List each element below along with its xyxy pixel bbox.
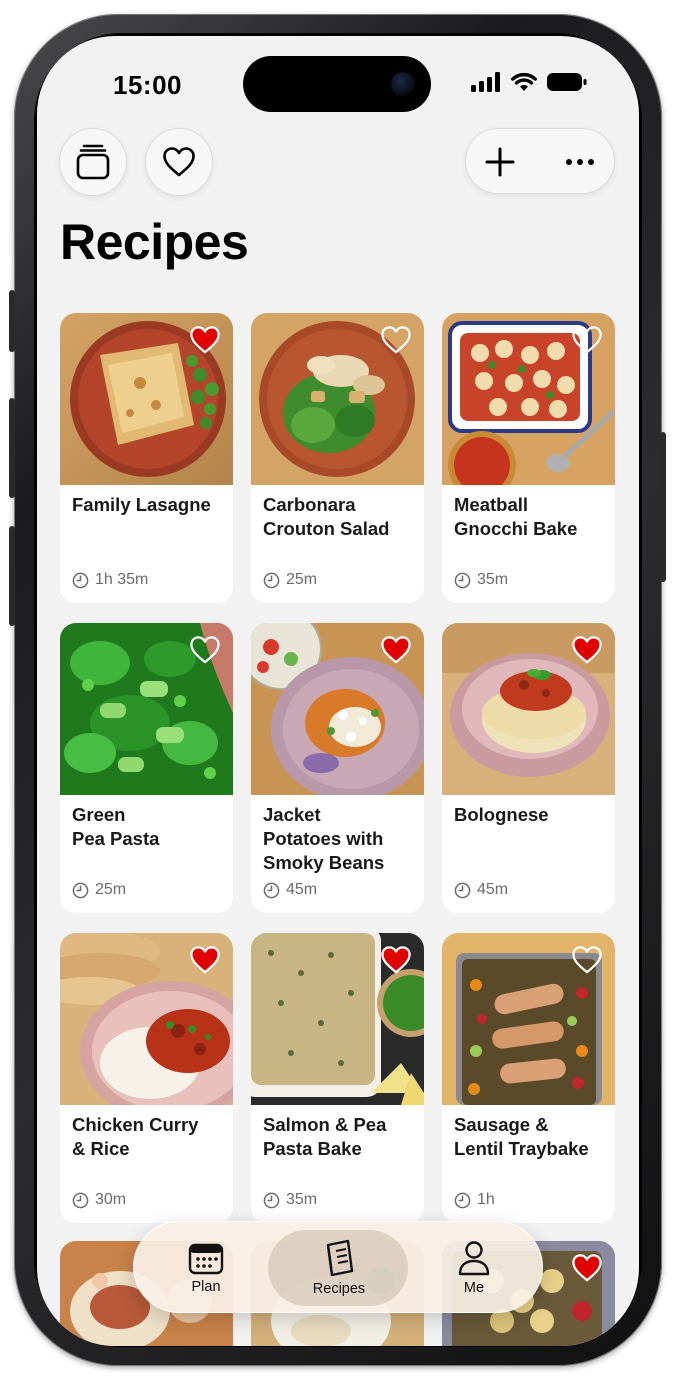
clock-icon [72, 882, 89, 898]
status-time: 15:00 [113, 70, 182, 100]
tab-label: Me [463, 1280, 485, 1296]
favourite-heart-icon[interactable] [380, 635, 412, 665]
recipe-card-meatball-gnocchi-bake[interactable]: Meatball Gnocchi Bake 35m [442, 313, 615, 603]
tab-bar: Plan Recipes Me [133, 1221, 543, 1313]
screen: 15:00 Recipes Family Lasagne 1h 35m Carb… [37, 36, 639, 1346]
cellular-signal-icon [471, 72, 500, 92]
recipe-card-jacket-potatoes[interactable]: Jacket Potatoes with Smoky Beans 45m [251, 623, 424, 913]
clock-icon [263, 572, 280, 588]
favourite-heart-icon[interactable] [571, 325, 603, 355]
battery-icon [547, 73, 587, 91]
recipe-card-bolognese[interactable]: Bolognese 45m [442, 623, 615, 913]
volume-up-button [9, 398, 15, 498]
collections-icon [76, 144, 110, 180]
recipe-time-label: 35m [477, 571, 509, 588]
favourite-heart-icon[interactable] [571, 945, 603, 975]
recipe-time-label: 45m [477, 881, 509, 898]
camera-icon [391, 72, 415, 96]
recipe-title: Carbonara Crouton Salad [263, 494, 390, 539]
recipe-title: Salmon & Pea Pasta Bake [263, 1114, 387, 1159]
recipe-title: Jacket Potatoes with Smoky Beans [263, 804, 385, 873]
tab-plan[interactable]: Plan [164, 1222, 248, 1314]
dynamic-island [243, 56, 431, 112]
recipe-title: Meatball Gnocchi Bake [454, 494, 578, 539]
recipe-time: 30m [72, 1191, 126, 1209]
recipe-card-family-lasagne[interactable]: Family Lasagne 1h 35m [60, 313, 233, 603]
recipe-card-salmon-pea-pasta-bake[interactable]: Salmon & Pea Pasta Bake 35m [251, 933, 424, 1223]
clock-icon [72, 1192, 89, 1208]
recipe-title: Sausage & Lentil Traybake [454, 1114, 589, 1159]
favourite-heart-icon[interactable] [189, 635, 221, 665]
recipe-time: 35m [263, 1191, 317, 1209]
heart-icon [163, 147, 195, 177]
recipe-time-label: 30m [95, 1191, 127, 1208]
collections-button[interactable] [59, 128, 127, 196]
recipe-time: 1h 35m [72, 571, 148, 589]
recipe-time-label: 1h 35m [95, 571, 149, 588]
person-icon [458, 1241, 490, 1276]
recipe-card-sausage-lentil-traybake[interactable]: Sausage & Lentil Traybake 1h [442, 933, 615, 1223]
clock-icon [454, 1192, 471, 1208]
recipe-time: 1h [454, 1191, 495, 1209]
actions-pill [465, 128, 615, 194]
recipe-title: Chicken Curry & Rice [72, 1114, 199, 1159]
status-icons [471, 72, 587, 92]
recipe-time-label: 45m [286, 881, 318, 898]
recipe-title: Bolognese [454, 804, 549, 825]
wifi-icon [511, 72, 537, 91]
recipe-time-label: 1h [477, 1191, 495, 1208]
recipe-time: 45m [454, 881, 508, 899]
tab-label: Recipes [312, 1281, 366, 1297]
recipe-time: 35m [454, 571, 508, 589]
clock-icon [263, 882, 280, 898]
recipe-time: 25m [263, 571, 317, 589]
clock-icon [263, 1192, 280, 1208]
recipe-time-label: 25m [286, 571, 318, 588]
tab-recipes[interactable]: Recipes [294, 1222, 384, 1314]
recipe-title: Family Lasagne [72, 494, 211, 515]
action-button [9, 290, 15, 352]
clock-icon [454, 572, 471, 588]
favourites-button[interactable] [145, 128, 213, 196]
tab-me[interactable]: Me [434, 1222, 514, 1314]
recipe-time: 45m [263, 881, 317, 899]
recipe-title: Green Pea Pasta [72, 804, 160, 849]
recipe-card-chicken-curry-rice[interactable]: Chicken Curry & Rice 30m [60, 933, 233, 1223]
favourite-heart-icon[interactable] [380, 945, 412, 975]
clock-icon [72, 572, 89, 588]
page-title: Recipes [60, 214, 249, 270]
recipe-time: 25m [72, 881, 126, 899]
favourite-heart-icon[interactable] [380, 325, 412, 355]
side-button [660, 432, 666, 582]
favourite-heart-icon[interactable] [571, 635, 603, 665]
favourite-heart-icon[interactable] [189, 945, 221, 975]
recipe-card-green-pea-pasta[interactable]: Green Pea Pasta 25m [60, 623, 233, 913]
favourite-heart-icon[interactable] [571, 1253, 603, 1283]
clock-icon [454, 882, 471, 898]
recipe-book-icon [326, 1239, 354, 1277]
calendar-icon [188, 1243, 224, 1275]
favourite-heart-icon[interactable] [189, 325, 221, 355]
recipe-time-label: 25m [95, 881, 127, 898]
recipe-card-carbonara-crouton-salad[interactable]: Carbonara Crouton Salad 25m [251, 313, 424, 603]
more-options-button[interactable] [564, 146, 596, 178]
tab-label: Plan [191, 1279, 221, 1295]
recipe-time-label: 35m [286, 1191, 318, 1208]
add-recipe-button[interactable] [484, 146, 516, 178]
volume-down-button [9, 526, 15, 626]
